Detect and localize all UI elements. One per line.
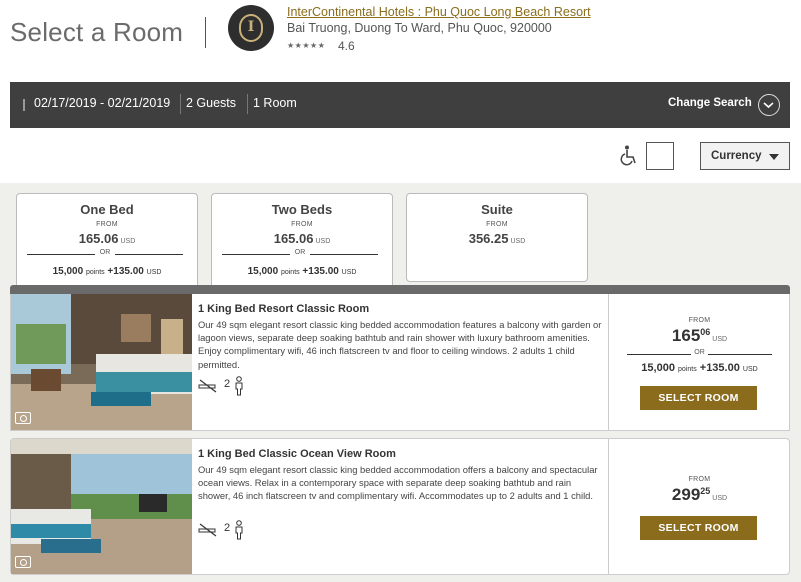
person-icon [235,520,243,540]
currency-dropdown[interactable]: Currency [700,142,790,170]
wheelchair-icon [619,145,639,167]
no-smoking-icon [198,523,217,537]
change-search-button[interactable]: Change Search [668,97,752,109]
currency-label: Currency [711,150,762,162]
room-count[interactable]: 1 Room [253,96,297,110]
hotel-address: Bai Truong, Duong To Ward, Phu Quoc, 920… [287,21,552,35]
or-divider: OR [27,249,183,259]
caret-down-icon [769,154,779,160]
or-divider: OR [627,349,772,359]
room-description: Our 49 sqm elegant resort classic king b… [198,319,602,370]
camera-icon [15,556,31,568]
bar-divider [247,94,248,114]
no-smoking-icon [198,379,217,393]
accessible-rooms-checkbox[interactable] [646,142,674,170]
bar-divider [180,94,181,114]
hotel-name-link[interactable]: InterContinental Hotels : Phu Quoc Long … [287,5,591,19]
occupancy-count: 2 [224,522,231,534]
occupancy-count: 2 [224,378,231,390]
tab-price: 165.06 USD [273,231,331,246]
room-price-panel: FROM 16506USD OR 15,000 points +135.00 U… [609,294,790,430]
from-label: FROM [96,221,118,228]
stay-dates[interactable]: 02/17/2019 - 02/21/2019 [34,96,170,110]
tab-label: Suite [481,202,513,217]
room-title[interactable]: 1 King Bed Resort Classic Room [198,303,369,315]
points-price: 15,000 points +135.00 USD [641,362,758,374]
search-summary-bar: 02/17/2019 - 02/21/2019 2 Guests 1 Room … [10,82,790,128]
page-header: Select a Room I InterContinental Hotels … [0,0,801,82]
from-label: FROM [688,317,711,324]
from-label: FROM [688,476,711,483]
select-room-button[interactable]: SELECT ROOM [640,386,757,410]
room-amenities: 2 [198,520,258,540]
room-photo[interactable] [11,439,192,574]
from-label: FROM [486,221,508,228]
star-rating-icon: ★★★★★ [287,41,326,50]
guest-count[interactable]: 2 Guests [186,96,236,110]
chevron-down-icon[interactable] [758,94,780,116]
room-card: 1 King Bed Classic Ocean View Room Our 4… [10,438,790,575]
page-title: Select a Room [10,17,184,47]
room-price: 16506USD [671,326,728,345]
tab-price: 356.25 USD [468,231,526,246]
room-description: Our 49 sqm elegant resort classic king b… [198,464,598,502]
logo-letter: I [247,19,255,35]
room-price: 29925USD [671,485,728,504]
points-price: 15,000 points +135.00 USD [52,266,162,277]
tab-label: One Bed [80,202,134,217]
tab-label: Two Beds [271,202,333,217]
header-divider [205,17,206,48]
from-label: FROM [291,221,313,228]
room-title[interactable]: 1 King Bed Classic Ocean View Room [198,448,396,460]
or-divider: OR [222,249,378,259]
person-icon [235,376,243,396]
tab-two-beds[interactable]: Two Beds FROM 165.06 USD OR 15,000 points… [211,193,393,285]
tab-one-bed[interactable]: One Bed FROM 165.06 USD OR 15,000 points … [16,193,198,285]
points-price: 15,000 points +135.00 USD [247,266,357,277]
room-card: 1 King Bed Resort Classic Room Our 49 sq… [10,294,790,431]
rating-value: 4.6 [338,39,355,53]
tab-price: 165.06 USD [78,231,136,246]
room-photo[interactable] [11,294,192,430]
room-amenities: 2 [198,376,258,396]
hotel-logo: I [228,5,274,51]
tab-suite[interactable]: Suite FROM 356.25 USD [406,193,588,282]
camera-icon [15,412,31,424]
select-room-button[interactable]: SELECT ROOM [640,516,757,540]
room-price-panel: FROM 29925USD SELECT ROOM [609,439,790,574]
bar-indicator [23,99,25,111]
